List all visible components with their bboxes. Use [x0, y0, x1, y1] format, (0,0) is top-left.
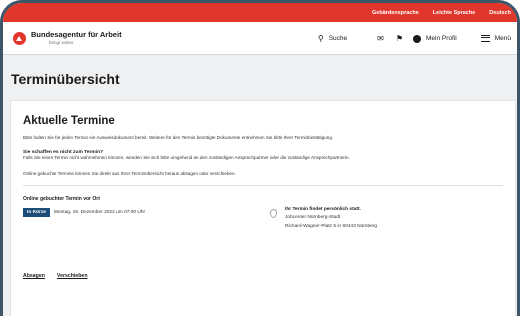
mail-button[interactable]: ✉ [377, 33, 384, 43]
utility-link-easy-language[interactable]: Leichte Sprache [433, 10, 476, 16]
intro-text: Bitte halten Sie für jeden Termin ein Au… [23, 135, 334, 140]
menu-label: Menü [494, 35, 511, 42]
appointment-location: Ihr Termin findet persönlich statt. Jobc… [270, 206, 377, 231]
page-title: Terminübersicht [11, 71, 120, 87]
appointments-card: Aktuelle Termine Bitte halten Sie für je… [10, 100, 516, 316]
search-button[interactable]: ⚲ Suche [317, 33, 348, 43]
appointment-entry: Online gebuchter Termin vor Ort In Kürze… [23, 184, 503, 275]
bell-icon: ⚑ [395, 33, 404, 43]
logo[interactable]: Bundesagentur für Arbeit bringt weiter [13, 31, 122, 45]
reschedule-appointment-link[interactable]: Verschieben [57, 273, 88, 279]
mail-icon: ✉ [377, 33, 384, 43]
utility-link-language[interactable]: Deutsch [489, 10, 511, 16]
status-badge: In Kürze [23, 207, 50, 217]
online-booking-note: Online gebuchte Termine können Sie direk… [23, 170, 236, 176]
search-icon: ⚲ [317, 33, 324, 43]
user-icon [413, 34, 422, 43]
hamburger-icon [480, 35, 490, 42]
profile-button[interactable]: Mein Profil [413, 34, 457, 43]
appointment-type-label: Online gebuchter Termin vor Ort [23, 195, 100, 202]
logo-subtitle: bringt weiter [49, 39, 74, 45]
location-address: Richard-Wagner-Platz 5 in 90443 Nürnberg [285, 223, 378, 229]
location-pin-icon [270, 208, 277, 218]
browser-frame: Gebärdensprache Leichte Sprache Deutsch … [0, 0, 520, 316]
appointment-date: Montag, 19. Dezember 2022 um 07:00 Uhr [53, 209, 146, 215]
logo-icon [13, 31, 26, 45]
location-heading: Ihr Termin findet persönlich statt. [285, 206, 361, 212]
search-label: Suche [328, 35, 348, 42]
notifications-button[interactable]: ⚑ [395, 33, 404, 43]
card-title: Aktuelle Termine [23, 115, 115, 127]
utility-bar: Gebärdensprache Leichte Sprache Deutsch [3, 3, 517, 22]
location-office: Jobcenter Nürnberg-Stadt [285, 215, 341, 221]
profile-label: Mein Profil [426, 35, 457, 42]
appointment-actions: Absagen Verschieben [23, 273, 88, 279]
logo-title: Bundesagentur für Arbeit [31, 30, 122, 39]
site-header: Bundesagentur für Arbeit bringt weiter ⚲… [3, 22, 517, 55]
missed-appointment-text: Falls Sie einen Termin nicht wahrnehmen … [23, 154, 350, 160]
utility-link-sign-language[interactable]: Gebärdensprache [372, 10, 419, 16]
menu-button[interactable]: Menü [480, 35, 511, 42]
header-nav: ⚲ Suche ✉ ⚑ Mein Profil Menü [318, 22, 511, 55]
cancel-appointment-link[interactable]: Absagen [23, 273, 45, 279]
